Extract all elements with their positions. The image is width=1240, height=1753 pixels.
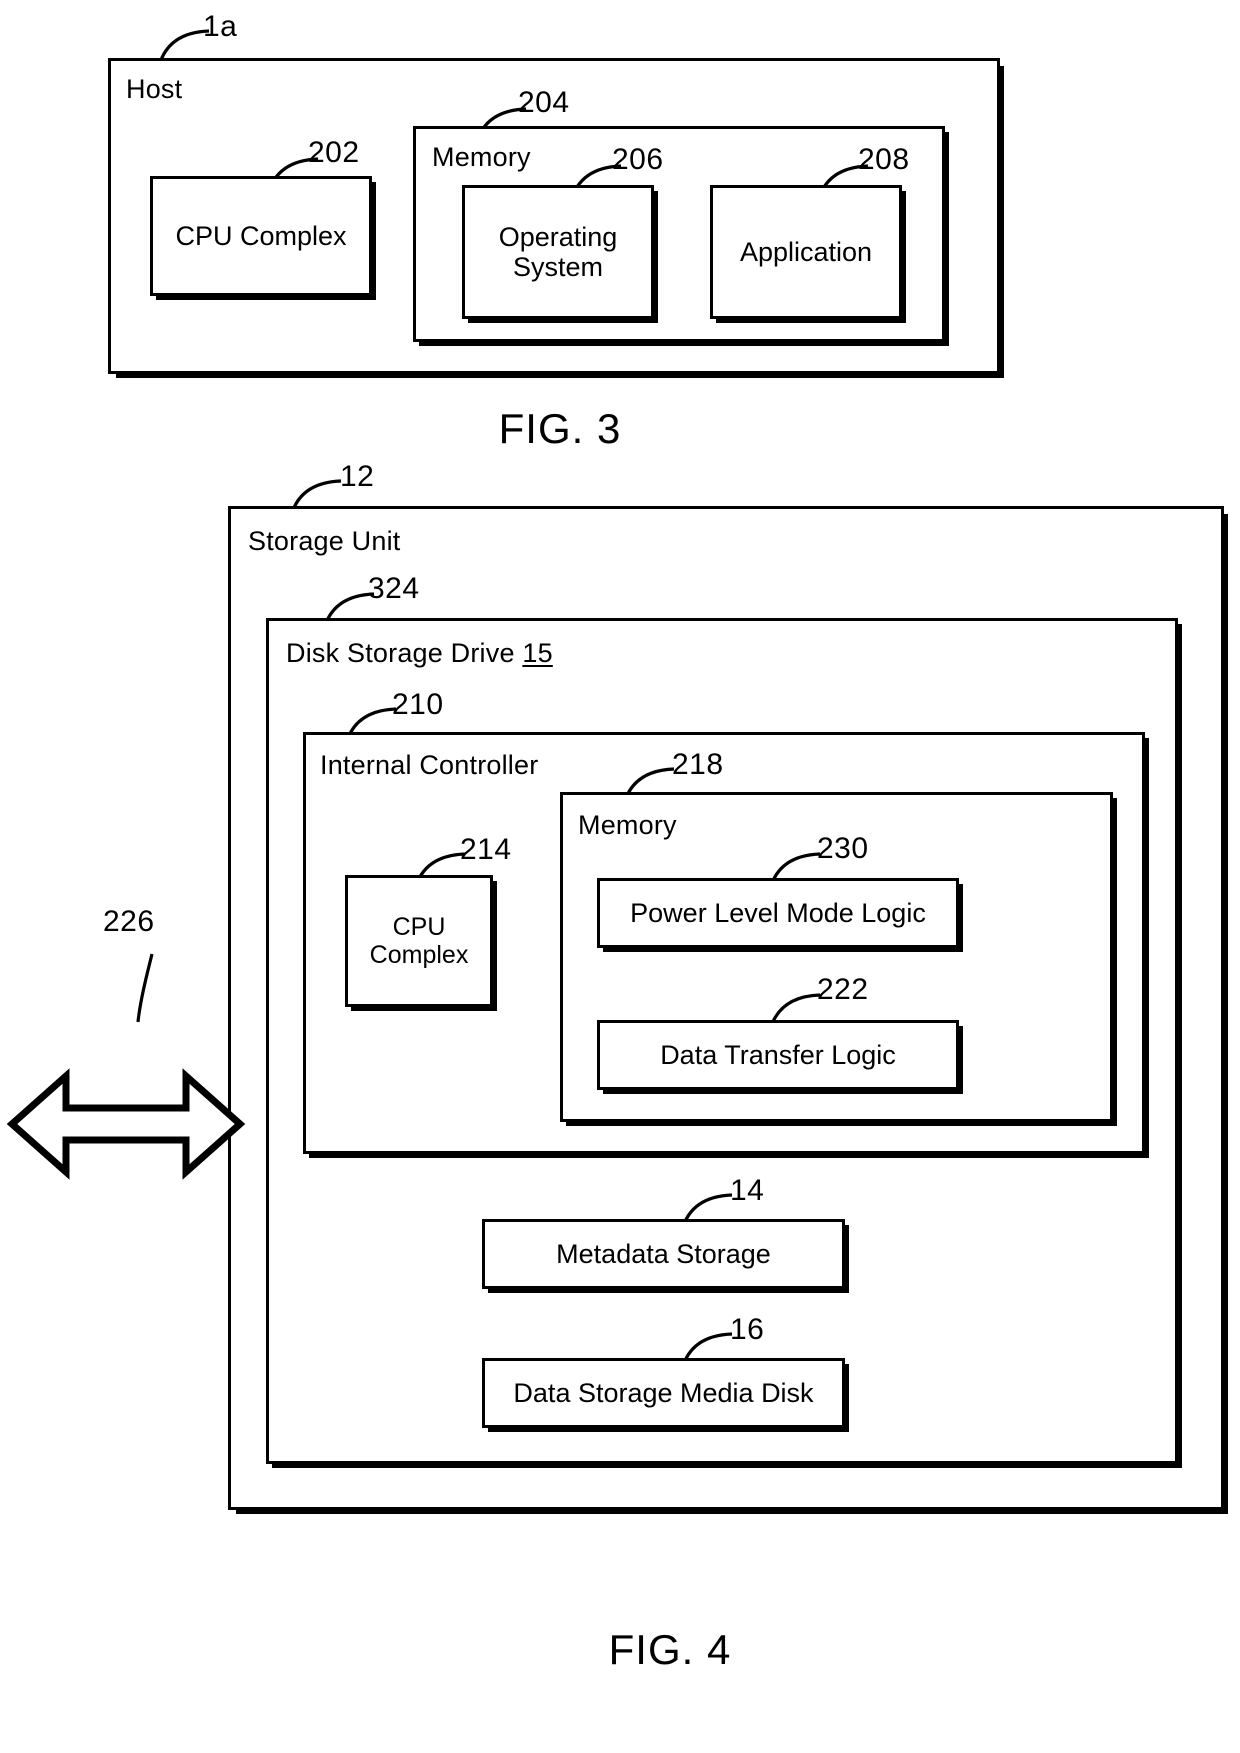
disk-storage-drive-label: Disk Storage Drive 15: [286, 640, 553, 667]
ref-230: 230: [817, 832, 869, 865]
cpu-complex-box-host: CPU Complex: [150, 176, 372, 296]
cpu-complex-label-host: CPU Complex: [175, 220, 347, 251]
ref-222: 222: [817, 973, 869, 1006]
patent-drawing-sheet: 1a Host 202 CPU Complex 204 Memory 206 O…: [0, 0, 1240, 1753]
data-transfer-logic-box: Data Transfer Logic: [597, 1020, 959, 1090]
data-storage-media-disk-label: Data Storage Media Disk: [513, 1377, 814, 1408]
ref-16: 16: [730, 1313, 765, 1346]
application-box: Application: [710, 185, 902, 319]
metadata-storage-box: Metadata Storage: [482, 1219, 845, 1289]
ref-226: 226: [103, 905, 155, 938]
ref-1a: 1a: [203, 10, 238, 43]
ref-324: 324: [368, 572, 420, 605]
operating-system-label: Operating System: [498, 221, 618, 282]
storage-unit-label: Storage Unit: [248, 526, 401, 556]
ref-206: 206: [612, 143, 664, 176]
leader-line-226: [136, 953, 154, 1023]
memory-label-controller: Memory: [578, 810, 677, 840]
host-storage-interface-arrow: [6, 1068, 246, 1180]
ref-202: 202: [308, 136, 360, 169]
figure-3-caption: FIG. 3: [498, 405, 622, 452]
ref-210: 210: [392, 688, 444, 721]
data-transfer-logic-label: Data Transfer Logic: [660, 1039, 896, 1070]
operating-system-box: Operating System: [462, 185, 654, 319]
memory-label-host: Memory: [432, 142, 531, 172]
ref-214: 214: [460, 833, 512, 866]
power-level-mode-logic-label: Power Level Mode Logic: [630, 897, 926, 928]
internal-controller-label: Internal Controller: [320, 750, 539, 780]
application-label: Application: [739, 236, 873, 267]
ref-204: 204: [518, 86, 570, 119]
disk-storage-drive-label-text: Disk Storage Drive: [286, 638, 523, 668]
figure-4-caption: FIG. 4: [608, 1626, 732, 1673]
host-label: Host: [126, 74, 183, 104]
ref-208: 208: [858, 143, 910, 176]
ref-14: 14: [730, 1174, 765, 1207]
cpu-complex-label-controller: CPU Complex: [369, 913, 469, 969]
power-level-mode-logic-box: Power Level Mode Logic: [597, 878, 959, 948]
cpu-complex-box-controller: CPU Complex: [345, 875, 493, 1007]
metadata-storage-label: Metadata Storage: [556, 1238, 771, 1269]
ref-218: 218: [672, 748, 724, 781]
ref-12: 12: [340, 460, 375, 493]
disk-storage-drive-label-num: 15: [522, 638, 553, 668]
data-storage-media-disk-box: Data Storage Media Disk: [482, 1358, 845, 1428]
